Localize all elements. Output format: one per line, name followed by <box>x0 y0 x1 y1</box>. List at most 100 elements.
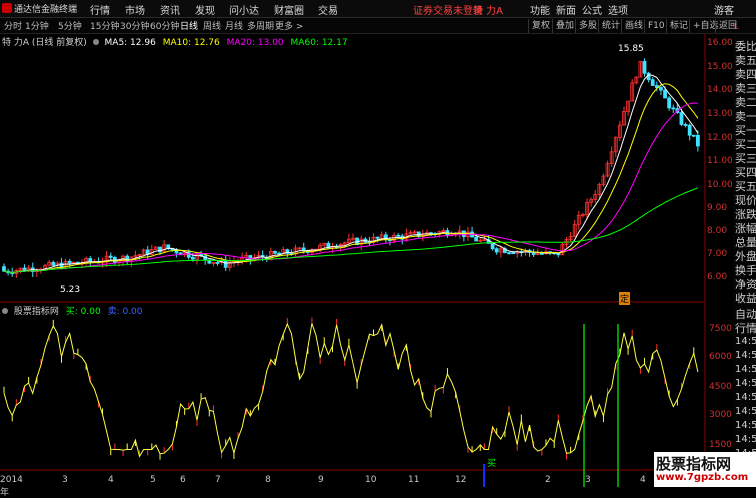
kline-chart[interactable] <box>0 34 733 487</box>
period-5min[interactable]: 5分钟 <box>58 19 82 32</box>
ma5-label: MA5: 12.96 <box>104 38 156 48</box>
indicator-tick: 3000 <box>709 410 732 420</box>
app-title: 通达信金融终端 <box>14 5 78 15</box>
toolbar-multistock[interactable]: 多股 <box>575 19 600 33</box>
indicator-tick: 7500 <box>709 324 732 334</box>
ding-badge[interactable]: 定 <box>619 292 631 305</box>
menu-function[interactable]: 功能 <box>530 2 550 17</box>
period-30min[interactable]: 30分钟 <box>120 19 149 32</box>
candle-body <box>88 258 93 263</box>
date-tick: 12 <box>455 475 467 485</box>
price-tick: 10.00 <box>707 180 733 190</box>
candle-body <box>396 234 401 237</box>
stock-label: 特 力A (日线 前复权) <box>2 38 87 48</box>
menu-formula[interactable]: 公式 <box>582 2 602 17</box>
menu-item-wealth[interactable]: 财富圈 <box>274 2 304 17</box>
period-15min[interactable]: 15分钟 <box>90 19 119 32</box>
period-more[interactable]: 更多 > <box>275 19 303 32</box>
menu-item-news[interactable]: 资讯 <box>160 2 180 17</box>
period-bar: 分时 1分钟 5分钟 15分钟 30分钟 60分钟 日线 周线 月线 多周期 更… <box>0 18 756 34</box>
candle-body <box>679 112 684 125</box>
date-tick: 2 <box>545 475 551 485</box>
ma20-label: MA20: 13.00 <box>226 38 284 48</box>
menu-item-trade[interactable]: 交易 <box>318 2 338 17</box>
side-label: 14:5 <box>735 364 756 375</box>
date-tick: 8 <box>265 475 271 485</box>
period-monthly[interactable]: 月线 <box>225 19 243 32</box>
price-tick: 6.00 <box>707 272 728 282</box>
menu-item-wenxiaoda[interactable]: 问小达 <box>229 2 259 17</box>
date-tick: 3 <box>585 475 591 485</box>
toolbar-mark[interactable]: 标记 <box>666 19 691 33</box>
stock-short-name: 特 力A <box>473 6 504 17</box>
date-tick: 11 <box>408 475 420 485</box>
buy-signal-mark: 买 <box>487 459 497 469</box>
price-axis: 16.00 15.00 14.00 13.00 12.00 11.00 10.0… <box>705 34 733 302</box>
side-label: 14:5 <box>735 350 756 361</box>
candle-body <box>67 260 72 264</box>
period-1min[interactable]: 1分钟 <box>25 19 49 32</box>
ma60-label: MA60: 12.17 <box>290 38 348 48</box>
candle-body <box>301 247 306 251</box>
period-multi[interactable]: 多周期 <box>247 19 274 32</box>
candle-body <box>108 255 113 258</box>
period-60min[interactable]: 60分钟 <box>150 19 179 32</box>
sell-label: 卖: 0.00 <box>107 307 143 317</box>
price-tick: 7.00 <box>707 249 728 259</box>
side-label: 14:5 <box>735 378 756 389</box>
toolbar-f10[interactable]: F10 <box>644 19 668 33</box>
ma10-label: MA10: 12.76 <box>162 38 220 48</box>
price-tick: 13.00 <box>707 109 733 119</box>
buy-label: 买: 0.00 <box>65 307 101 317</box>
ma20-line <box>3 102 698 274</box>
candle-body <box>190 256 195 260</box>
candle-body <box>667 97 672 109</box>
candle-body <box>650 79 655 86</box>
period-weekly[interactable]: 周线 <box>203 19 221 32</box>
side-label: 14:5 <box>735 392 756 403</box>
price-tick: 8.00 <box>707 226 728 236</box>
candle-body <box>691 134 696 137</box>
candle-body <box>695 134 700 147</box>
main-chart-legend: 特 力A (日线 前复权) MA5: 12.96 MA10: 12.76 MA2… <box>2 35 348 48</box>
menu-options[interactable]: 选项 <box>608 2 628 17</box>
watermark-title: 股票指标网 <box>656 455 732 473</box>
candle-body <box>531 252 536 255</box>
candle-body <box>277 252 281 255</box>
app-logo-icon <box>2 3 12 13</box>
toolbar-draw[interactable]: 画线 <box>621 19 646 33</box>
candle-body <box>494 248 499 253</box>
date-tick: 5 <box>150 475 156 485</box>
toolbar-fuquan[interactable]: 复权 <box>528 19 553 33</box>
legend-dot-icon[interactable] <box>92 39 99 45</box>
period-daily[interactable]: 日线 <box>180 19 198 32</box>
watermark-logo: 股票指标网 www.7gpzb.com <box>654 452 756 487</box>
period-fenshi[interactable]: 分时 <box>4 19 22 32</box>
user-label[interactable]: 游客 <box>714 2 734 17</box>
indicator-tick: 6000 <box>709 352 732 362</box>
indicator-name[interactable]: 股票指标网 <box>14 307 59 317</box>
indicator-tick: 4500 <box>709 382 732 392</box>
toolbar-stats[interactable]: 统计 <box>598 19 623 33</box>
menu-item-discover[interactable]: 发现 <box>195 2 215 17</box>
candle-body <box>223 259 228 268</box>
menu-bar: 通达信金融终端 行情 市场 资讯 发现 问小达 财富圈 交易 证券交易未登录 特… <box>0 0 756 18</box>
indicator-settings-icon[interactable] <box>2 308 8 314</box>
menu-new-panel[interactable]: 新面 <box>556 2 576 17</box>
side-label: 14:5 <box>735 434 756 445</box>
toolbar-overlay[interactable]: 叠加 <box>552 19 577 33</box>
menu-item-quotes[interactable]: 行情 <box>90 2 110 17</box>
indicator-axis: 7500 6000 4500 3000 1500 <box>705 302 733 472</box>
candle-body <box>511 252 516 255</box>
candle-body <box>215 262 220 264</box>
candle-body <box>663 89 667 99</box>
candle-body <box>683 124 688 126</box>
candle-body <box>687 124 692 136</box>
candle-body <box>539 252 544 255</box>
menu-item-market[interactable]: 市场 <box>125 2 145 17</box>
candle-body <box>671 107 676 110</box>
indicator-legend: 股票指标网 买: 0.00 卖: 0.00 <box>2 304 143 317</box>
candle-body <box>375 236 380 239</box>
date-tick: 7 <box>215 475 221 485</box>
date-tick: 4 <box>108 475 114 485</box>
